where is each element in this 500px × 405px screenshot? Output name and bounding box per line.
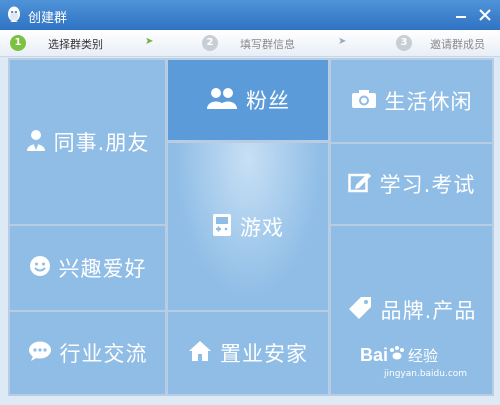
category-label: 同事.朋友 bbox=[53, 131, 150, 155]
baidu-watermark: Bai 经验 jingyan.baidu.com bbox=[360, 345, 467, 379]
category-label: 品牌.产品 bbox=[380, 299, 477, 323]
category-industry[interactable]: 行业交流 bbox=[10, 312, 165, 394]
home-icon bbox=[188, 340, 212, 366]
category-colleagues[interactable]: 同事.朋友 bbox=[10, 60, 165, 224]
close-icon[interactable] bbox=[476, 6, 494, 24]
users-icon bbox=[206, 87, 238, 113]
step-arrow-icon: ➤ bbox=[338, 36, 347, 47]
tag-icon bbox=[347, 295, 373, 325]
wizard-steps: 1 选择群类别 ➤ 2 填写群信息 ➤ 3 邀请群成员 bbox=[0, 30, 500, 57]
step-2-label: 填写群信息 bbox=[240, 38, 295, 51]
qq-penguin-icon bbox=[6, 6, 22, 28]
category-fans[interactable]: 粉丝 bbox=[168, 60, 328, 140]
watermark-url: jingyan.baidu.com bbox=[384, 369, 468, 379]
edit-icon bbox=[347, 171, 372, 197]
user-icon bbox=[26, 129, 46, 155]
window-title: 创建群 bbox=[28, 11, 68, 26]
category-label: 游戏 bbox=[240, 215, 284, 240]
category-realestate[interactable]: 置业安家 bbox=[168, 312, 328, 394]
category-label: 置业安家 bbox=[220, 342, 308, 366]
watermark-jingyan: 经验 bbox=[408, 347, 439, 365]
chat-icon bbox=[28, 340, 52, 366]
step-3-label: 邀请群成员 bbox=[430, 38, 485, 51]
category-label: 粉丝 bbox=[246, 89, 290, 113]
window-titlebar[interactable]: 创建群 bbox=[0, 0, 500, 30]
step-2-number: 2 bbox=[202, 35, 218, 51]
step-1-label: 选择群类别 bbox=[48, 38, 103, 51]
category-games[interactable]: 游戏 bbox=[168, 143, 328, 310]
category-study[interactable]: 学习.考试 bbox=[331, 144, 492, 224]
camera-icon bbox=[351, 89, 377, 113]
category-hobbies[interactable]: 兴趣爱好 bbox=[10, 226, 165, 310]
category-label: 行业交流 bbox=[59, 342, 148, 366]
step-arrow-icon: ➤ bbox=[145, 36, 154, 47]
step-3-number: 3 bbox=[396, 35, 412, 51]
category-label: 兴趣爱好 bbox=[58, 257, 147, 281]
category-label: 学习.考试 bbox=[379, 173, 476, 197]
step-1-number: 1 bbox=[10, 35, 26, 51]
paw-icon bbox=[388, 346, 406, 365]
watermark-brand: Bai bbox=[360, 345, 389, 365]
minimize-icon[interactable] bbox=[452, 6, 470, 24]
category-life[interactable]: 生活休闲 bbox=[331, 60, 492, 142]
gamepad-icon bbox=[212, 213, 232, 241]
category-label: 生活休闲 bbox=[384, 90, 473, 114]
smiley-icon bbox=[29, 255, 51, 281]
